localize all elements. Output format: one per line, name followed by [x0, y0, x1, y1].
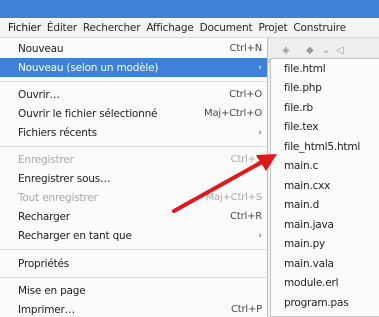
menu-item-ouvrir[interactable]: Ouvrir… Ctrl+O	[0, 85, 267, 104]
template-item[interactable]: file.tex	[271, 118, 379, 137]
menu-item-fichiers-recents[interactable]: Fichiers récents ›	[0, 123, 267, 142]
menu-item-enregistrer[interactable]: Enregistrer Ctrl+S	[0, 150, 267, 169]
menu-projet[interactable]: Projet	[255, 18, 290, 38]
menu-item-nouveau[interactable]: Nouveau Ctrl+N	[0, 39, 267, 58]
template-item[interactable]: program.pas	[271, 293, 379, 312]
menu-fichier[interactable]: Fichier	[5, 18, 44, 38]
template-item[interactable]: main.vala	[271, 254, 379, 273]
template-submenu: file.html file.php file.rb file.tex file…	[270, 58, 379, 317]
template-item[interactable]: main.cxx	[271, 176, 379, 195]
menu-rechercher[interactable]: Rechercher	[80, 18, 143, 38]
menu-separator	[0, 146, 267, 147]
window-titlebar	[0, 0, 379, 18]
toolbar-tool-icon: ◈	[282, 45, 290, 56]
menu-document[interactable]: Document	[197, 18, 256, 38]
menu-item-tout-enregistrer[interactable]: Tout enregistrer Maj+Ctrl+S	[0, 188, 267, 207]
menu-item-ouvrir-selection[interactable]: Ouvrir le fichier sélectionné Maj+Ctrl+O	[0, 104, 267, 123]
template-item[interactable]: main.java	[271, 215, 379, 234]
toolbar-send-icon: ◁	[336, 45, 344, 56]
template-item[interactable]: file.rb	[271, 98, 379, 117]
toolbar-dropdown-icon: ⌄	[322, 45, 331, 56]
menu-item-enregistrer-sous[interactable]: Enregistrer sous…	[0, 169, 267, 188]
menu-item-mise-en-page[interactable]: Mise en page	[0, 281, 267, 300]
menu-editer[interactable]: Éditer	[44, 18, 80, 38]
template-item-main-c[interactable]: main.c	[271, 157, 379, 176]
menu-separator	[0, 277, 267, 278]
file-menu: Nouveau Ctrl+N Nouveau (selon un modèle)…	[0, 38, 268, 317]
template-item[interactable]: file.php	[271, 79, 379, 98]
menu-item-proprietes[interactable]: Propriétés	[0, 254, 267, 273]
chevron-right-icon: ›	[258, 62, 262, 73]
chevron-right-icon: ›	[258, 127, 262, 138]
menu-affichage[interactable]: Affichage	[143, 18, 196, 38]
template-item[interactable]: main.py	[271, 235, 379, 254]
menu-construire[interactable]: Construire	[290, 18, 348, 38]
menu-item-nouveau-modele[interactable]: Nouveau (selon un modèle) ›	[0, 58, 267, 77]
toolbar-settings-icon: ◆	[306, 45, 314, 56]
menubar: Fichier Éditer Rechercher Affichage Docu…	[0, 18, 379, 38]
menu-item-recharger[interactable]: Recharger Ctrl+R	[0, 207, 267, 226]
template-item[interactable]: module.erl	[271, 274, 379, 293]
menu-item-imprimer[interactable]: Imprimer… Ctrl+P	[0, 300, 267, 317]
menu-separator	[0, 249, 267, 250]
template-item[interactable]: file_html5.html	[271, 137, 379, 156]
chevron-right-icon: ›	[258, 230, 262, 241]
template-item[interactable]: file.html	[271, 59, 379, 78]
menu-item-recharger-en-tant-que[interactable]: Recharger en tant que ›	[0, 226, 267, 245]
menu-separator	[0, 81, 267, 82]
template-item[interactable]: main.d	[271, 196, 379, 215]
